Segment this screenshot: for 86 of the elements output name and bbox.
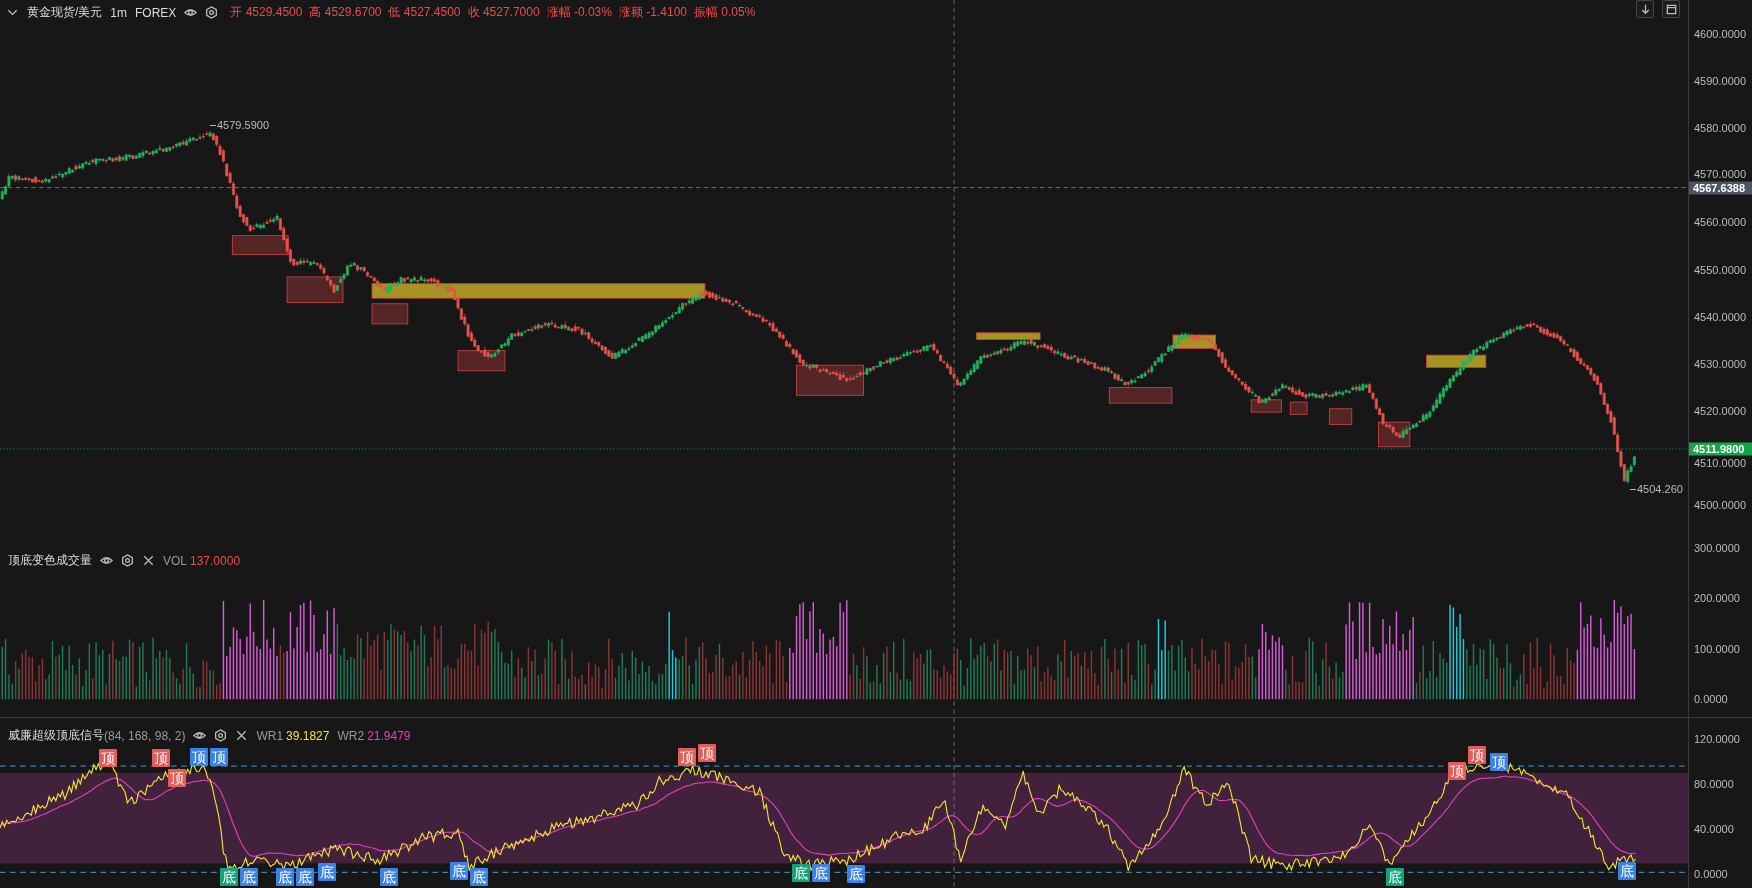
axis-label: 4500.0000	[1694, 499, 1746, 511]
price-zone-box	[1289, 401, 1308, 415]
bottom-signal-marker: 底	[847, 865, 865, 883]
ohlc-stat: 涨幅 -0.03%	[546, 4, 612, 21]
symbol-name: 黄金现货/美元	[27, 4, 103, 21]
low-price-label: 4504.260	[1637, 483, 1683, 495]
ohlc-stat: 开 4529.4500	[230, 4, 303, 21]
axis-label: 200.0000	[1694, 592, 1740, 605]
settings-icon[interactable]	[121, 554, 134, 567]
top-signal-marker: 顶	[210, 748, 228, 766]
axis-label: 120.0000	[1694, 733, 1740, 745]
price-zone-box	[1250, 399, 1282, 413]
axis-label: 0.0000	[1694, 868, 1728, 880]
interval-label: 1m	[110, 5, 127, 20]
axis-label: 100.0000	[1694, 642, 1740, 655]
price-zone-box	[371, 303, 409, 325]
reading-label: WR1	[256, 728, 284, 743]
bottom-signal-marker: 底	[450, 862, 468, 880]
price-zone-box	[457, 350, 506, 372]
axis-label: 300.0000	[1694, 542, 1740, 554]
axis-label: 4510.0000	[1694, 457, 1746, 469]
bottom-signal-marker: 底	[296, 868, 314, 886]
price-zone-box	[1328, 408, 1353, 425]
top-signal-marker: 顶	[168, 769, 186, 787]
visibility-icon[interactable]	[193, 729, 207, 742]
bottom-signal-marker: 底	[380, 868, 398, 886]
indicator-title: 顶底变色成交量	[8, 552, 92, 569]
settings-icon[interactable]	[205, 6, 219, 19]
reading-label: VOL	[163, 553, 187, 568]
axis-label: 4590.0000	[1694, 75, 1746, 88]
visibility-icon[interactable]	[100, 554, 113, 567]
axis-label: 4530.0000	[1694, 357, 1746, 370]
top-signal-marker: 顶	[698, 744, 716, 762]
top-signal-marker: 顶	[678, 748, 696, 766]
top-signal-marker: 顶	[1490, 753, 1508, 771]
ohlc-stat: 高 4529.6700	[309, 4, 382, 21]
axis-label: 4560.0000	[1694, 216, 1746, 229]
top-signal-marker: 顶	[99, 749, 117, 767]
highlight-zone-bar	[975, 332, 1041, 340]
axis-label: 0.0000	[1694, 693, 1728, 705]
top-signal-marker: 顶	[152, 749, 170, 767]
axis-label: 4540.0000	[1694, 310, 1746, 323]
reading-value: 137.0000	[190, 553, 241, 568]
indicator-params: (84, 168, 98, 2)	[104, 728, 186, 743]
axis-label: 4550.0000	[1694, 263, 1746, 276]
last-price-tag: 4511.9800	[1689, 442, 1752, 456]
bottom-signal-marker: 底	[240, 868, 258, 886]
leader-line	[210, 124, 216, 126]
axis-label: 40.0000	[1694, 823, 1734, 835]
bottom-signal-marker: 底	[318, 863, 336, 881]
axis-label: 4580.0000	[1694, 122, 1746, 135]
settings-icon[interactable]	[214, 729, 228, 742]
price-zone-box	[1378, 421, 1411, 448]
axis-label: 4570.0000	[1694, 168, 1746, 180]
ohlc-stat: 振幅 0.05%	[694, 4, 756, 21]
high-price-label: 4579.5900	[217, 119, 269, 131]
reading-value: 39.1827	[286, 728, 330, 743]
top-signal-marker: 顶	[1448, 762, 1466, 780]
crosshair-price-tag: 4567.6388	[1689, 181, 1752, 195]
axis-label: 80.0000	[1694, 778, 1734, 790]
ohlc-stat: 收 4527.7000	[467, 4, 540, 21]
leader-line	[1630, 488, 1636, 490]
ohlc-stat: 涨额 -1.4100	[618, 4, 687, 21]
indicator-title: 威廉超级顶底信号	[8, 727, 104, 742]
close-icon[interactable]	[235, 729, 249, 742]
price-zone-box	[1108, 387, 1173, 404]
axis-label: 4520.0000	[1694, 404, 1746, 417]
reading-label: WR2	[337, 728, 365, 743]
price-zone-box	[796, 364, 864, 396]
exchange-label: FOREX	[135, 5, 177, 20]
top-signal-marker: 顶	[1468, 746, 1486, 764]
reading-value: 21.9479	[367, 728, 411, 743]
bottom-signal-marker: 底	[220, 868, 238, 886]
price-zone-box	[231, 235, 289, 256]
close-icon[interactable]	[142, 554, 155, 567]
bottom-signal-marker: 底	[470, 868, 488, 886]
bottom-signal-marker: 底	[276, 868, 294, 886]
bottom-signal-marker: 底	[1618, 862, 1636, 880]
visibility-icon[interactable]	[184, 6, 198, 19]
bottom-signal-marker: 底	[792, 864, 810, 882]
ohlc-stat: 低 4527.4500	[388, 4, 461, 21]
price-zone-box	[286, 276, 344, 304]
top-signal-marker: 顶	[190, 748, 208, 766]
bottom-signal-marker: 底	[812, 864, 830, 882]
bottom-signal-marker: 底	[1386, 868, 1404, 886]
axis-label: 4600.0000	[1694, 28, 1746, 40]
